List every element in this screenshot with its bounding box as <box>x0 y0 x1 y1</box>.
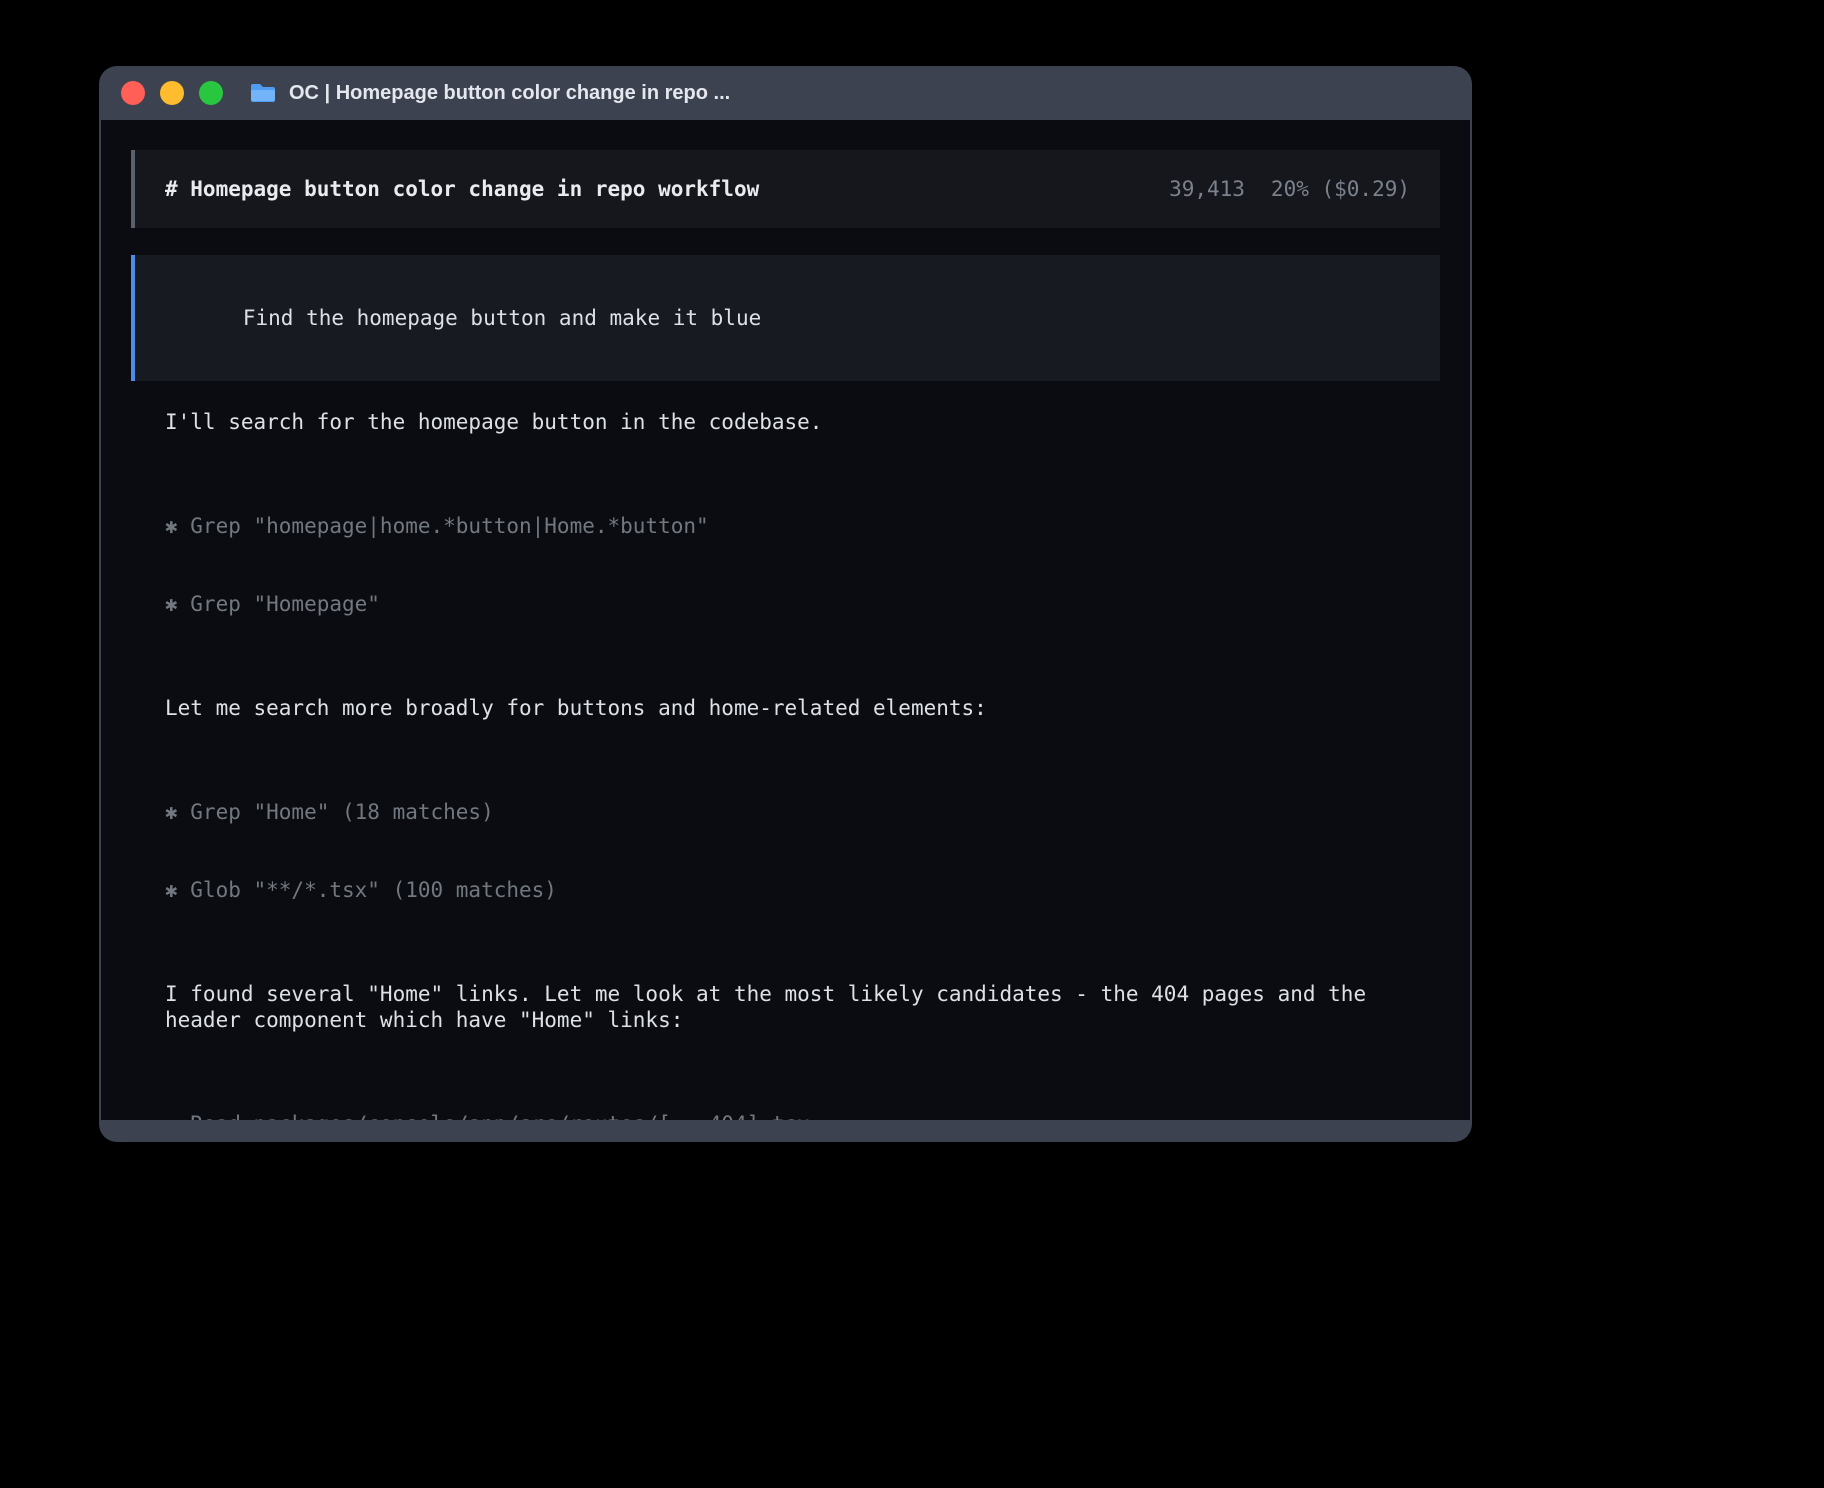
tool-call-group: ✱ Grep "homepage|home.*button|Home.*butt… <box>165 461 1404 669</box>
window-bottom-edge <box>99 1120 1472 1142</box>
minimize-button[interactable] <box>160 81 184 105</box>
user-message: Find the homepage button and make it blu… <box>131 255 1440 381</box>
tool-call-glob: ✱ Glob "**/*.tsx" (100 matches) <box>165 877 1404 903</box>
tool-call-group: ✱ Grep "Home" (18 matches) ✱ Glob "**/*.… <box>165 747 1404 955</box>
close-button[interactable] <box>121 81 145 105</box>
assistant-text: I found several "Home" links. Let me loo… <box>165 981 1404 1033</box>
zoom-button[interactable] <box>199 81 223 105</box>
assistant-text: I'll search for the homepage button in t… <box>165 409 1404 435</box>
tool-call-grep: ✱ Grep "Home" (18 matches) <box>165 799 1404 825</box>
tool-call-group: → Read packages/console/app/src/routes/[… <box>165 1059 1404 1120</box>
session-header: # Homepage button color change in repo w… <box>131 150 1440 228</box>
folder-icon <box>249 82 277 104</box>
terminal-content: # Homepage button color change in repo w… <box>101 120 1470 1120</box>
token-count: 39,413 <box>1169 176 1245 202</box>
context-usage: 20% ($0.29) <box>1271 176 1410 202</box>
tool-call-read: → Read packages/console/app/src/routes/[… <box>165 1111 1404 1120</box>
assistant-text: Let me search more broadly for buttons a… <box>165 695 1404 721</box>
user-message-text: Find the homepage button and make it blu… <box>243 306 761 330</box>
traffic-lights <box>121 81 223 105</box>
window-title: OC | Homepage button color change in rep… <box>289 82 730 105</box>
tool-call-grep: ✱ Grep "homepage|home.*button|Home.*butt… <box>165 513 1404 539</box>
conversation: I'll search for the homepage button in t… <box>131 381 1440 1120</box>
session-title: # Homepage button color change in repo w… <box>165 176 759 202</box>
titlebar[interactable]: OC | Homepage button color change in rep… <box>99 66 1472 120</box>
session-stats: 39,413 20% ($0.29) <box>1169 176 1410 202</box>
tool-call-grep: ✱ Grep "Homepage" <box>165 591 1404 617</box>
terminal-window: OC | Homepage button color change in rep… <box>99 66 1472 1142</box>
